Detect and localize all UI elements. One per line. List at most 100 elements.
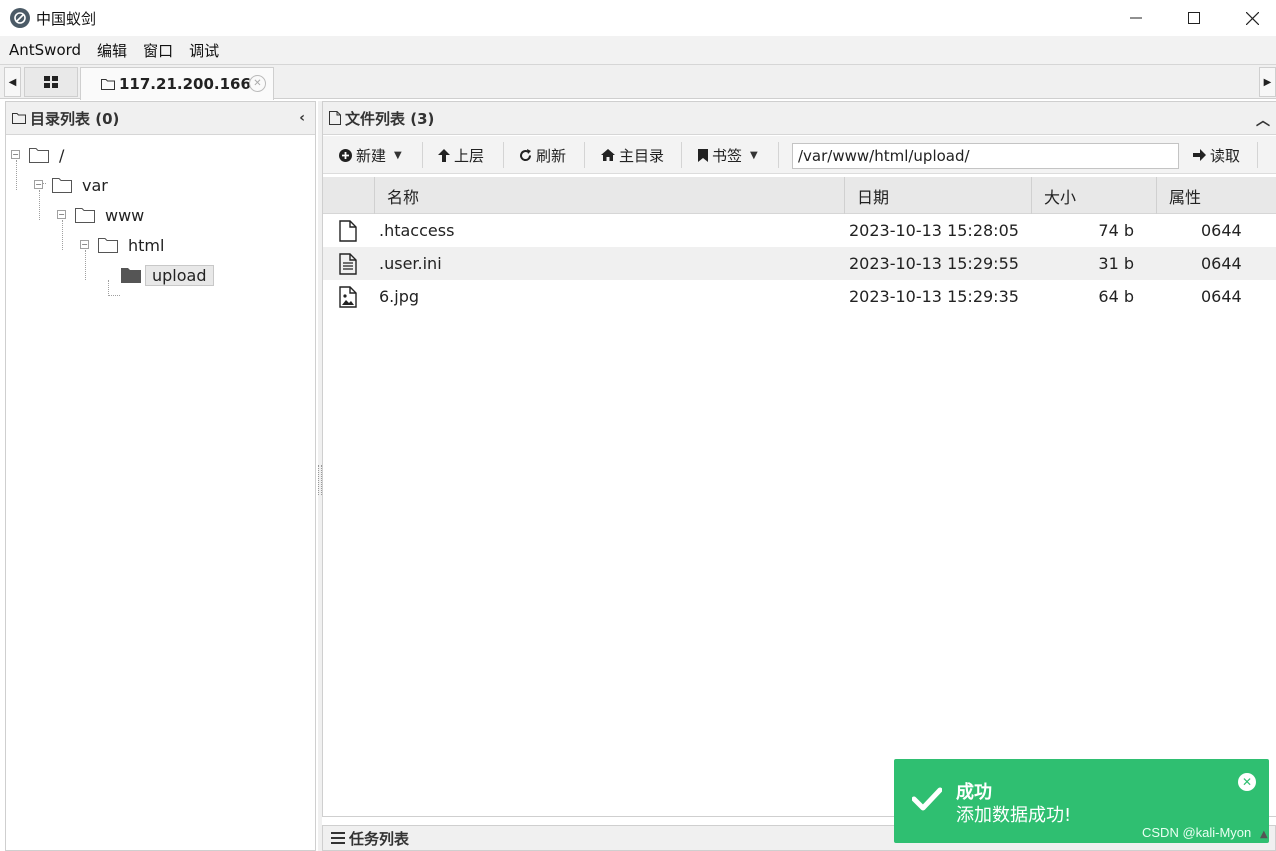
tree-label: /	[59, 145, 65, 165]
file-attr: 0644	[1201, 221, 1242, 240]
table-row[interactable]: .htaccess 2023-10-13 15:28:05 74 b 0644	[323, 214, 1276, 247]
column-name[interactable]: 名称	[374, 177, 844, 214]
column-date[interactable]: 日期	[844, 177, 1031, 214]
table-row[interactable]: 6.jpg 2023-10-13 15:29:35 64 b 0644	[323, 280, 1276, 313]
bookmark-label: 书签	[712, 146, 743, 165]
minimize-icon	[1130, 17, 1142, 19]
file-toolbar: 新建 ▼ 上层 刷新 主目录 书签 ▼ /var/www/html/upload…	[323, 136, 1276, 174]
file-list-panel: 文件列表 (3) ︿ 新建 ▼ 上层 刷新 主目录 书签 ▼ /var/www/…	[322, 101, 1276, 817]
refresh-button[interactable]: 刷新	[519, 142, 566, 168]
folder-filled-icon	[121, 267, 141, 283]
bookmark-icon	[698, 148, 708, 162]
caret-right-icon: ▶	[1263, 76, 1272, 88]
tab-home[interactable]	[24, 67, 78, 97]
folder-icon	[12, 112, 26, 124]
tab-scroll-right-button[interactable]: ▶	[1259, 67, 1276, 97]
close-window-button[interactable]	[1223, 0, 1276, 36]
bookmark-button[interactable]: 书签 ▼	[698, 142, 758, 168]
file-name: .htaccess	[379, 221, 455, 240]
chevron-up-icon: ︿	[1256, 113, 1270, 129]
maximize-button[interactable]	[1165, 0, 1223, 36]
file-attr: 0644	[1201, 254, 1242, 273]
tree-node-www[interactable]: − www	[57, 203, 144, 227]
grid-icon	[44, 76, 58, 88]
tree-node-root[interactable]: − /	[11, 143, 64, 167]
column-date-label: 日期	[857, 187, 890, 207]
folder-icon	[101, 78, 115, 90]
path-input[interactable]	[792, 143, 1179, 169]
file-attr: 0644	[1201, 287, 1242, 306]
arrow-right-icon	[1193, 149, 1206, 161]
toast-close-button[interactable]: ✕	[1238, 773, 1256, 791]
read-button[interactable]: 读取	[1193, 142, 1240, 168]
home-dir-label: 主目录	[619, 146, 665, 165]
parent-dir-button[interactable]: 上层	[438, 142, 484, 168]
file-list-title: 文件列表 (3)	[345, 109, 435, 128]
parent-dir-label: 上层	[454, 146, 485, 165]
tab-scroll-left-button[interactable]: ◀	[4, 67, 21, 97]
column-name-label: 名称	[387, 187, 420, 207]
home-icon	[601, 149, 615, 161]
file-grid-header: 名称 日期 大小 属性	[323, 177, 1276, 214]
new-button[interactable]: 新建 ▼	[339, 142, 402, 168]
tree-node-html[interactable]: − html	[80, 233, 164, 257]
tab-connection-label: 117.21.200.166	[119, 75, 251, 93]
column-attr[interactable]: 属性	[1156, 177, 1276, 214]
close-icon	[1245, 11, 1259, 25]
tree-collapse-toggle[interactable]: −	[57, 210, 66, 219]
collapse-file-list-button[interactable]: ︿	[1256, 110, 1270, 130]
menu-window[interactable]: 窗口	[143, 40, 173, 61]
read-label: 读取	[1210, 146, 1241, 165]
tree-collapse-toggle[interactable]: −	[34, 180, 43, 189]
tree-label: www	[105, 205, 145, 225]
column-icon	[323, 177, 374, 214]
text-file-icon	[339, 247, 359, 280]
checkmark-icon	[911, 787, 943, 815]
tree-collapse-toggle[interactable]: −	[11, 150, 20, 159]
refresh-icon	[519, 148, 532, 162]
maximize-icon	[1188, 12, 1200, 24]
home-dir-button[interactable]: 主目录	[601, 142, 664, 168]
tree-collapse-toggle[interactable]: −	[80, 240, 89, 249]
file-date: 2023-10-13 15:29:55	[849, 254, 1019, 273]
tab-close-button[interactable]: ✕	[249, 75, 266, 92]
column-size-label: 大小	[1044, 187, 1077, 207]
column-size[interactable]: 大小	[1031, 177, 1156, 214]
file-list-header: 文件列表 (3) ︿	[323, 102, 1276, 135]
image-file-icon	[339, 280, 359, 313]
menu-debug[interactable]: 调试	[189, 40, 219, 61]
chevron-left-icon: ‹	[299, 110, 305, 126]
menu-antsword[interactable]: AntSword	[9, 41, 81, 59]
file-date: 2023-10-13 15:28:05	[849, 221, 1019, 240]
file-icon	[329, 111, 341, 125]
minimize-button[interactable]	[1107, 0, 1165, 36]
new-button-label: 新建	[356, 146, 387, 165]
file-size: 64 b	[1098, 287, 1134, 306]
folder-icon	[29, 147, 49, 163]
antsword-logo-icon	[10, 8, 30, 28]
menu-bar: AntSword 编辑 窗口 调试	[0, 36, 1276, 64]
folder-icon	[52, 177, 72, 193]
tree-label-selected: upload	[145, 264, 214, 286]
tree-node-upload[interactable]: upload	[121, 263, 214, 287]
watermark-text: CSDN @kali-Myon	[1142, 825, 1252, 840]
file-date: 2023-10-13 15:29:35	[849, 287, 1019, 306]
toast-message: 添加数据成功!	[956, 805, 1072, 826]
collapse-left-panel-button[interactable]: ‹	[299, 110, 305, 126]
close-circle-icon: ✕	[253, 78, 262, 89]
caret-down-icon: ▼	[394, 149, 402, 161]
tree-label: html	[128, 235, 165, 255]
file-size: 31 b	[1098, 254, 1134, 273]
caret-left-icon: ◀	[8, 76, 17, 88]
refresh-label: 刷新	[536, 146, 567, 165]
scroll-up-icon[interactable]: ▲	[1260, 829, 1268, 840]
menu-edit[interactable]: 编辑	[97, 40, 127, 61]
tab-connection[interactable]: 117.21.200.166 ✕	[80, 67, 274, 100]
tree-node-var[interactable]: − var	[34, 173, 108, 197]
directory-panel: 目录列表 (0) ‹ − / − var − www − html upload	[5, 101, 316, 851]
tree-label: var	[82, 175, 108, 195]
folder-icon	[75, 207, 95, 223]
table-row[interactable]: .user.ini 2023-10-13 15:29:55 31 b 0644	[323, 247, 1276, 280]
title-bar: 中国蚁剑	[0, 0, 1276, 36]
file-name: .user.ini	[379, 254, 442, 273]
